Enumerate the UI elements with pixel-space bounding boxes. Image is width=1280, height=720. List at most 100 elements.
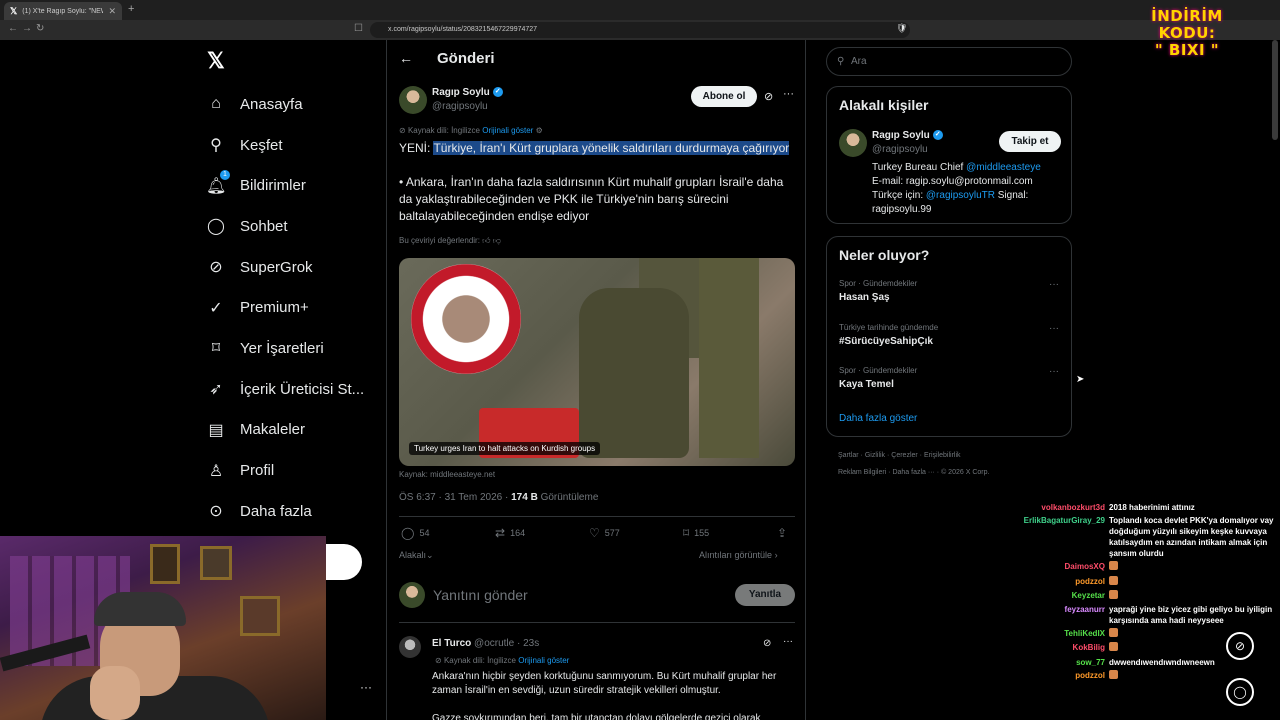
- more-options-icon[interactable]: ···: [1049, 323, 1059, 334]
- scrollbar[interactable]: [1272, 40, 1278, 140]
- related-dropdown[interactable]: Alakalı⌄: [399, 550, 434, 561]
- like-action[interactable]: ♡ 577: [589, 526, 620, 540]
- person-bio: Turkey Bureau Chief @middleeasteye E-mai…: [872, 162, 1041, 215]
- views-count: 174 B: [511, 492, 538, 503]
- more-options-icon[interactable]: ···: [1049, 279, 1059, 290]
- sidebar-item-notifications[interactable]: 🔔︎ 1 Bildirimler: [206, 165, 364, 206]
- chat-text: 2018 haberinimi attınız: [1109, 503, 1195, 512]
- share-action[interactable]: ⇪: [777, 526, 787, 540]
- thumbs-up-icon[interactable]: 👍︎: [482, 236, 490, 245]
- messages-fab-icon[interactable]: ◯: [1226, 678, 1254, 706]
- sidebar-item-supergrok[interactable]: ⊘ SuperGrok: [206, 247, 364, 288]
- tweet-image[interactable]: Turkey urges Iran to halt attacks on Kur…: [399, 258, 795, 466]
- close-tab-icon[interactable]: ✕: [108, 6, 116, 17]
- settings-icon[interactable]: ⚙: [536, 126, 543, 135]
- sidebar-item-label: SuperGrok: [240, 258, 313, 276]
- person-name[interactable]: Ragıp Soylu ✓: [872, 130, 943, 141]
- translation-source: ⊘ Kaynak dili: İngilizce Orijinali göste…: [399, 126, 543, 135]
- reload-icon[interactable]: ↻: [36, 23, 44, 34]
- reply-input[interactable]: Yanıtını gönder: [433, 587, 528, 603]
- divider: [399, 622, 795, 623]
- author-name[interactable]: Ragıp Soylu ✓: [432, 87, 503, 98]
- sidebar-item-articles[interactable]: ▤ Makaleler: [206, 410, 364, 451]
- thumbs-down-icon[interactable]: 👎︎: [493, 236, 501, 245]
- browser-tab[interactable]: 𝕏 (1) X'te Ragıp Soylu: "NEW: Turk... ✕: [4, 2, 122, 20]
- sidebar-item-bookmarks[interactable]: ⌑ Yer İşaretleri: [206, 328, 364, 369]
- selected-text: Türkiye, İran'ı Kürt gruplara yönelik sa…: [433, 141, 790, 155]
- more-options-icon[interactable]: ···: [783, 636, 793, 647]
- chat-username: DaimosXQ: [1064, 562, 1105, 572]
- person-handle[interactable]: @ragipsoylu: [872, 144, 928, 155]
- trend-item[interactable]: Spor · Gündemdekiler Kaya Temel: [839, 366, 917, 390]
- trend-item[interactable]: Spor · Gündemdekiler Hasan Şaş: [839, 279, 917, 303]
- x-logo-icon[interactable]: 𝕏: [207, 48, 225, 74]
- chat-username: feyzaanurr: [1064, 604, 1105, 614]
- reply-author[interactable]: El Turco @ocrutle · 23s: [432, 638, 539, 649]
- reply-button[interactable]: Yanıtla: [735, 584, 795, 606]
- promo-overlay: İNDİRİM KODU: " BIXI ": [1128, 8, 1246, 59]
- footer-links[interactable]: Şartlar · Gizlilik · Çerezler · Erişileb…: [838, 452, 961, 459]
- card-title: Neler oluyor?: [839, 247, 930, 263]
- chat-username: Keyzetar: [1071, 590, 1105, 600]
- repost-action[interactable]: ⇄ 164: [495, 526, 525, 540]
- sidebar-item-creator-studio[interactable]: ➶ İçerik Üreticisi St...: [206, 369, 364, 410]
- post-button[interactable]: [326, 544, 362, 580]
- sidebar-item-explore[interactable]: ⚲ Keşfet: [206, 125, 364, 166]
- chat-message: Keyzetar: [1000, 589, 1280, 602]
- chat-message: feyzaanurr yapraği yine biz yicez gibi ge…: [1000, 604, 1280, 626]
- search-input[interactable]: ⚲ Ara: [826, 47, 1072, 76]
- sidebar-item-premium[interactable]: ✓ Premium+: [206, 287, 364, 328]
- forward-nav-icon[interactable]: →: [22, 23, 32, 34]
- show-more-link[interactable]: Daha fazla göster: [839, 413, 917, 424]
- avatar[interactable]: [839, 129, 867, 157]
- media-source-link[interactable]: Kaynak: middleeasteye.net: [399, 470, 495, 479]
- show-original-link[interactable]: Orijinali göster: [518, 656, 569, 665]
- mention-link[interactable]: @ragipsoyluTR: [926, 190, 995, 201]
- chat-username: podzzol: [1075, 670, 1105, 680]
- back-arrow-icon[interactable]: ←: [399, 50, 413, 66]
- avatar[interactable]: [399, 636, 421, 658]
- sidebar-item-label: Yer İşaretleri: [240, 339, 324, 357]
- show-original-link[interactable]: Orijinali göster: [482, 126, 533, 135]
- post-time[interactable]: ÖS 6:37 · 31 Tem 2026 ·: [399, 492, 511, 503]
- sidebar-item-chat[interactable]: ◯ Sohbet: [206, 206, 364, 247]
- reply-text: Ankara'nın hiçbir şeyden korktuğunu sanm…: [432, 671, 777, 696]
- trend-item[interactable]: Türkiye tarihinde gündemde #SürücüyeSahip…: [839, 323, 938, 347]
- chevron-down-icon: ⌄: [426, 550, 434, 560]
- sidebar-item-home[interactable]: ⌂ Anasayfa: [206, 84, 364, 125]
- webcam-frame: [240, 596, 280, 636]
- reply-action[interactable]: ◯ 54: [401, 526, 429, 540]
- avatar: [399, 582, 425, 608]
- mention-link[interactable]: @middleeasteye: [966, 162, 1041, 173]
- image-wreath: [411, 264, 521, 374]
- avatar[interactable]: [399, 86, 427, 114]
- more-options-icon[interactable]: ···: [1049, 366, 1059, 377]
- chat-username: KokBilig: [1072, 643, 1105, 653]
- subscribe-button[interactable]: Abone ol: [691, 86, 757, 107]
- divider: [399, 516, 795, 517]
- view-quotes-link[interactable]: Alıntıları görüntüle ›: [699, 550, 778, 560]
- webcam-cap: [94, 592, 186, 626]
- bookmark-icon: ⌑: [683, 526, 690, 540]
- address-bar: ← → ↻ ☐ x.com/ragipsoylu/status/20832154…: [0, 20, 1280, 40]
- globe-icon: ⊘: [435, 656, 442, 665]
- chat-text: yapraği yine biz yicez gibi geliyo bu iy…: [1109, 604, 1273, 625]
- bookmark-action[interactable]: ⌑ 155: [683, 526, 709, 540]
- grok-icon[interactable]: ⊘: [764, 90, 773, 103]
- chat-message: ErlikBagaturGiray_29 Toplandı koca devlet…: [1000, 515, 1280, 559]
- more-options-icon[interactable]: ···: [783, 88, 794, 100]
- extension-icon[interactable]: 🛡: [896, 23, 907, 34]
- more-dots-icon[interactable]: ···: [360, 680, 372, 694]
- author-handle[interactable]: @ragipsoylu: [432, 101, 488, 112]
- grok-icon[interactable]: ⊘: [763, 638, 771, 649]
- bookmark-page-icon[interactable]: ☐: [354, 23, 363, 34]
- grok-fab-icon[interactable]: ⊘: [1226, 632, 1254, 660]
- footer-links[interactable]: Reklam Bilgileri · Daha fazla ··· · © 20…: [838, 469, 989, 476]
- sidebar-item-more[interactable]: ⊙ Daha fazla: [206, 491, 364, 532]
- sidebar-item-profile[interactable]: ♙ Profil: [206, 450, 364, 491]
- image-figure: [579, 288, 689, 458]
- url-input[interactable]: x.com/ragipsoylu/status/2083215467229974…: [370, 22, 910, 38]
- follow-button[interactable]: Takip et: [999, 131, 1061, 152]
- back-nav-icon[interactable]: ←: [8, 23, 18, 34]
- new-tab-icon[interactable]: +: [128, 3, 134, 15]
